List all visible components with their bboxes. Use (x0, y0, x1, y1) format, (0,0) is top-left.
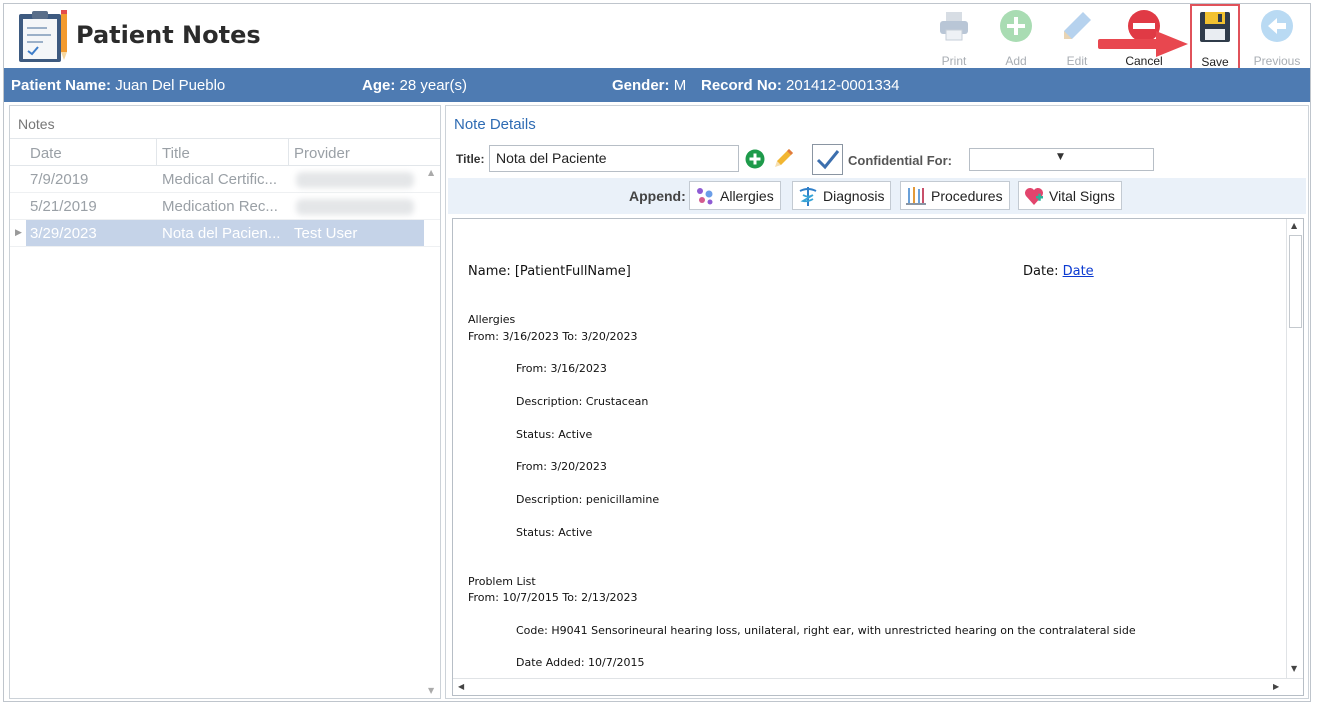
print-label: Print (941, 54, 967, 68)
notes-panel: Notes Date Title Provider 7/9/2019 Medic… (9, 105, 441, 699)
procedures-label: Procedures (931, 187, 1003, 204)
date-link[interactable]: Date (1063, 264, 1094, 279)
printer-icon (940, 12, 968, 41)
append-allergies-button[interactable]: Allergies (689, 181, 781, 210)
doc-date-field: Date: Date (1023, 264, 1094, 279)
doc-name-line: Name: [PatientFullName] (468, 264, 631, 279)
row-date: 3/29/2023 (30, 225, 97, 242)
confidential-checkbox[interactable] (812, 144, 843, 175)
page-title: Patient Notes (76, 21, 261, 49)
doc-vertical-scrollbar[interactable]: ▲ ▼ (1286, 219, 1303, 679)
plus-circle-icon (1000, 10, 1032, 42)
add-title-icon[interactable] (745, 149, 765, 169)
red-pointer-arrow (1098, 31, 1188, 57)
table-row[interactable]: 5/21/2019 Medication Rec... (10, 193, 440, 220)
redacted-provider (296, 199, 414, 215)
doc-problem-line: Code: H9041 Sensorineural hearing loss, … (516, 624, 1136, 637)
column-header-date[interactable]: Date (30, 145, 62, 162)
row-title: Medication Rec... (162, 198, 278, 215)
doc-allergy-line: From: 3/16/2023 (516, 362, 607, 375)
title-label: Title: (456, 152, 485, 166)
scroll-down-arrow[interactable]: ▼ (1291, 664, 1297, 673)
scroll-down-arrow[interactable]: ▼ (428, 686, 434, 695)
doc-horizontal-scrollbar[interactable]: ◀ ▶ (453, 678, 1303, 695)
patient-age-field: Age: 28 year(s) (362, 77, 468, 94)
save-label: Save (1201, 55, 1229, 69)
scroll-up-arrow[interactable]: ▲ (428, 168, 434, 177)
confidential-label: Confidential For: (848, 153, 952, 168)
caduceus-icon (799, 186, 817, 206)
edit-title-pencil-icon[interactable] (773, 147, 795, 169)
heart-pulse-icon (1025, 187, 1043, 205)
row-title: Medical Certific... (162, 171, 278, 188)
append-label: Append: (629, 188, 686, 204)
patient-notes-window: Patient Notes Print Add Edit Cancel Save… (3, 3, 1311, 702)
patient-record-field: Record No: 201412-0001334 (701, 77, 900, 94)
checkmark-icon (816, 150, 840, 170)
row-date: 5/21/2019 (30, 198, 97, 215)
surgical-tools-icon (906, 186, 926, 205)
allergies-icon (697, 187, 713, 204)
doc-allergy-line: From: 3/20/2023 (516, 460, 607, 473)
patient-gender-field: Gender: M (612, 77, 687, 94)
patient-name-field: Patient Name: Juan Del Pueblo (11, 77, 226, 94)
column-header-title[interactable]: Title (162, 145, 190, 162)
row-date: 7/9/2019 (30, 171, 89, 188)
doc-allergies-range: From: 3/16/2023 To: 3/20/2023 (468, 330, 638, 343)
note-details-panel: Note Details Title: Nota del Paciente Co… (445, 105, 1309, 699)
notes-caption: Notes (18, 116, 55, 132)
scrollbar-thumb[interactable] (1289, 235, 1302, 328)
redacted-provider (296, 172, 414, 188)
append-toolbar: Append: Allergies Diagnosis Procedures V… (448, 178, 1306, 214)
note-document-editor[interactable]: Name: [PatientFullName] Date: Date Aller… (452, 218, 1304, 696)
scroll-up-arrow[interactable]: ▲ (1291, 221, 1297, 230)
row-provider: Test User (294, 225, 358, 242)
add-label: Add (1005, 54, 1027, 68)
doc-allergy-line: Status: Active (516, 428, 593, 441)
notes-grid: Date Title Provider 7/9/2019 Medical Cer… (10, 138, 440, 247)
allergies-label: Allergies (720, 187, 774, 204)
scroll-left-arrow[interactable]: ◀ (458, 682, 464, 691)
floppy-disk-icon (1200, 12, 1230, 42)
append-vital-signs-button[interactable]: Vital Signs (1018, 181, 1122, 210)
previous-label: Previous (1253, 54, 1301, 68)
note-details-caption: Note Details (454, 116, 536, 133)
confidential-for-select[interactable]: ▼ (969, 148, 1154, 171)
scroll-right-arrow[interactable]: ▶ (1273, 682, 1279, 691)
append-diagnosis-button[interactable]: Diagnosis (792, 181, 892, 210)
doc-allergies-heading: Allergies (468, 313, 516, 326)
chevron-down-icon: ▼ (1057, 152, 1064, 162)
doc-problem-heading: Problem List (468, 575, 536, 588)
column-header-provider[interactable]: Provider (294, 145, 350, 162)
patient-info-bar: Patient Name: Juan Del Pueblo Age: 28 ye… (4, 68, 1310, 102)
save-button[interactable]: Save (1190, 4, 1240, 71)
row-title: Nota del Pacien... (162, 225, 281, 242)
title-input[interactable]: Nota del Paciente (489, 145, 739, 172)
table-row[interactable]: 7/9/2019 Medical Certific... ▲ (10, 166, 440, 193)
table-row-selected[interactable]: ▶ 3/29/2023 Nota del Pacien... Test User (10, 220, 440, 247)
append-procedures-button[interactable]: Procedures (900, 181, 1010, 210)
print-button[interactable]: Print (925, 8, 983, 68)
diagnosis-label: Diagnosis (823, 187, 885, 204)
previous-button[interactable]: Previous (1248, 8, 1306, 68)
clipboard-notes-icon (17, 8, 69, 64)
notes-grid-header: Date Title Provider (10, 138, 440, 166)
row-indicator-icon: ▶ (15, 228, 22, 238)
doc-allergy-line: Status: Active (516, 526, 593, 539)
pencil-icon (1064, 12, 1091, 39)
arrow-left-circle-icon (1261, 10, 1293, 42)
vital-signs-label: Vital Signs (1049, 187, 1115, 204)
add-button[interactable]: Add (987, 8, 1045, 68)
doc-allergy-line: Description: Crustacean (516, 395, 649, 408)
doc-problem-line: Date Added: 10/7/2015 (516, 656, 645, 669)
doc-allergy-line: Description: penicillamine (516, 493, 660, 506)
doc-problem-range: From: 10/7/2015 To: 2/13/2023 (468, 591, 638, 604)
